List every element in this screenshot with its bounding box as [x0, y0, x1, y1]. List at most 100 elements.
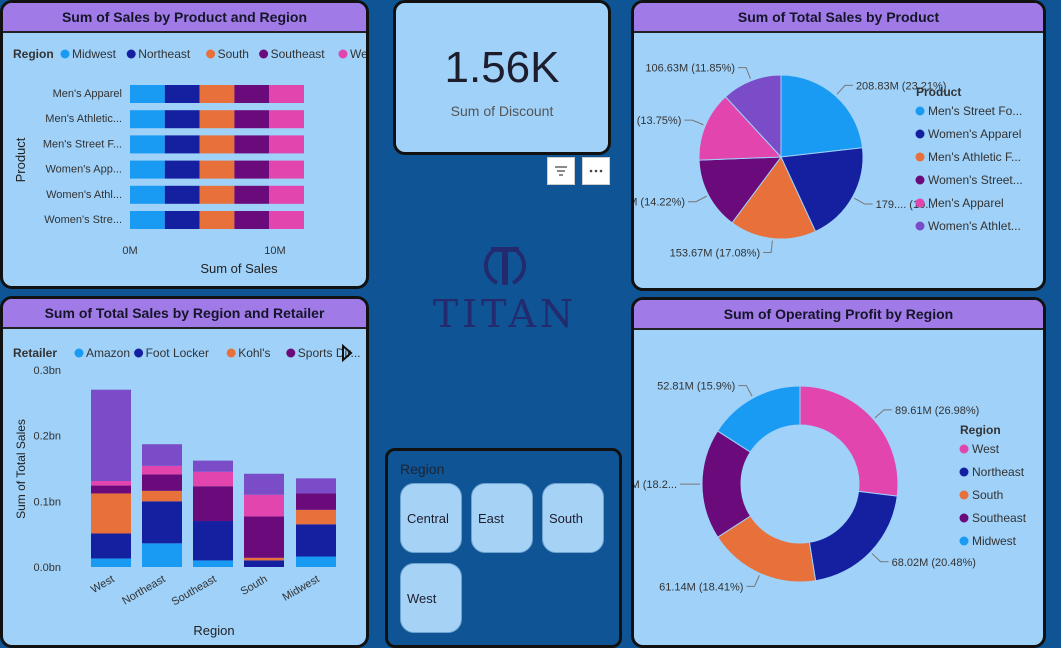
bar-segment — [234, 135, 270, 154]
operating-profit-by-region-card[interactable]: Sum of Operating Profit by Region 89.61M… — [631, 297, 1046, 648]
legend-marker — [338, 49, 348, 59]
bar-segment — [91, 389, 131, 481]
x-tick-label: Northeast — [120, 573, 167, 607]
leader-line — [746, 575, 760, 587]
data-label: 179.... (10... — [876, 199, 935, 211]
bar-segment — [296, 493, 336, 510]
legend-marker — [226, 348, 236, 358]
bar-segment — [164, 160, 200, 179]
legend-marker — [286, 348, 296, 358]
bar-segment — [130, 135, 165, 154]
legend-marker — [959, 536, 969, 546]
y-axis-title: Sum of Total Sales — [14, 419, 28, 519]
bar-segment — [234, 185, 270, 204]
bar-segment — [269, 135, 304, 154]
discount-kpi-card[interactable]: 1.56K Sum of Discount — [393, 0, 611, 155]
leader-line — [684, 119, 704, 126]
bar-segment — [199, 185, 235, 204]
bar-segment — [164, 211, 200, 229]
bar-segment — [130, 211, 165, 229]
bar-segment — [164, 185, 200, 204]
legend-item: West — [972, 442, 1000, 456]
bar-segment — [164, 135, 200, 154]
bar-segment — [234, 211, 270, 229]
legend-title: Product — [916, 85, 961, 99]
y-tick-label: 0.3bn — [33, 365, 61, 377]
legend-item: Foot Locker — [146, 346, 209, 360]
x-tick-label: 10M — [264, 245, 285, 257]
x-axis-title: Sum of Sales — [200, 261, 278, 276]
data-label: 52.81M (15.9%) — [657, 381, 735, 393]
operating-profit-by-region-chart: 89.61M (26.98%) 68.02M (20.48%) 61.14M (18… — [634, 381, 1027, 594]
kpi-value: 1.56K — [444, 43, 560, 92]
bar-segment — [91, 533, 131, 559]
x-tick-label: West — [89, 573, 117, 596]
bar-segment — [269, 160, 304, 179]
bar-segment — [296, 509, 336, 525]
total-sales-by-region-retailer-card[interactable]: Sum of Total Sales by Region and Retaile… — [0, 296, 369, 648]
sales-by-product-region-card[interactable]: Sum of Sales by Product and Region Regio… — [0, 0, 369, 289]
bar-segment — [234, 85, 270, 103]
legend-marker — [259, 49, 269, 59]
category-label: Men's Athletic... — [45, 113, 122, 125]
bar-segment — [199, 211, 235, 229]
category-label: Men's Street F... — [43, 138, 122, 150]
legend-item: Kohl's — [238, 346, 270, 360]
bar-segment — [244, 473, 284, 495]
bar-segment — [142, 490, 182, 502]
category-label: Women's Stre... — [44, 214, 122, 226]
bar-segment — [193, 521, 233, 561]
slicer-option-south[interactable]: South — [542, 483, 604, 553]
bar-segment — [91, 485, 131, 494]
chart-title: Sum of Total Sales by Product — [634, 3, 1043, 33]
bar-segment — [269, 211, 304, 229]
legend-item: Women's Street... — [928, 173, 1023, 187]
category-label: Women's Athl... — [46, 189, 122, 201]
legend-item: Men's Apparel — [928, 196, 1004, 210]
legend-title: Region — [960, 423, 1001, 437]
bar-segment — [199, 85, 235, 103]
x-tick-label: Southeast — [170, 573, 219, 608]
legend-item: Northeast — [972, 465, 1025, 479]
legend-marker — [959, 444, 969, 454]
data-label: 106.63M (11.85%) — [645, 63, 735, 75]
slicer-option-central[interactable]: Central — [400, 483, 462, 553]
legend-marker — [206, 49, 216, 59]
bar-segment — [244, 557, 284, 561]
region-slicer: Region Central East South West — [385, 448, 622, 648]
bar-segment — [91, 558, 131, 567]
chart-title: Sum of Total Sales by Region and Retaile… — [3, 299, 366, 329]
bar-segment — [199, 160, 235, 179]
category-label: Men's Apparel — [53, 88, 122, 100]
total-sales-by-product-card[interactable]: Sum of Total Sales by Product 208.83M (2… — [631, 0, 1046, 291]
slicer-option-east[interactable]: East — [471, 483, 533, 553]
legend-marker — [959, 490, 969, 500]
svg-text:TITAN: TITAN — [433, 292, 577, 335]
filter-icon[interactable] — [547, 157, 575, 185]
slicer-title: Region — [400, 461, 445, 477]
slicer-option-west[interactable]: West — [400, 563, 462, 633]
legend-item: Midwest — [72, 47, 117, 61]
y-tick-label: 0.1bn — [33, 496, 61, 508]
legend-marker — [959, 467, 969, 477]
legend-marker — [915, 198, 925, 208]
kpi-label: Sum of Discount — [450, 103, 554, 119]
data-label: 153.67M (17.08%) — [670, 247, 761, 259]
bar-segment — [91, 480, 131, 486]
x-tick-label: 0M — [122, 245, 137, 257]
bar-segment — [244, 516, 284, 558]
legend-item: South — [218, 47, 249, 61]
legend-marker — [915, 221, 925, 231]
data-label: 89.61M (26.98%) — [895, 405, 979, 417]
legend-item: Northeast — [138, 47, 191, 61]
legend-marker — [60, 49, 70, 59]
more-options-icon[interactable] — [582, 157, 610, 185]
bar-segment — [142, 444, 182, 466]
legend-item: Men's Street Fo... — [928, 104, 1022, 118]
total-sales-by-region-retailer-chart: Retailer Amazon Foot Locker Kohl's Sports Di… — [13, 343, 360, 638]
legend-item: Men's Athletic F... — [928, 150, 1021, 164]
x-axis-title: Region — [193, 623, 234, 638]
legend-marker — [74, 348, 84, 358]
legend-item: Amazon — [86, 346, 130, 360]
bar-segment — [296, 524, 336, 557]
